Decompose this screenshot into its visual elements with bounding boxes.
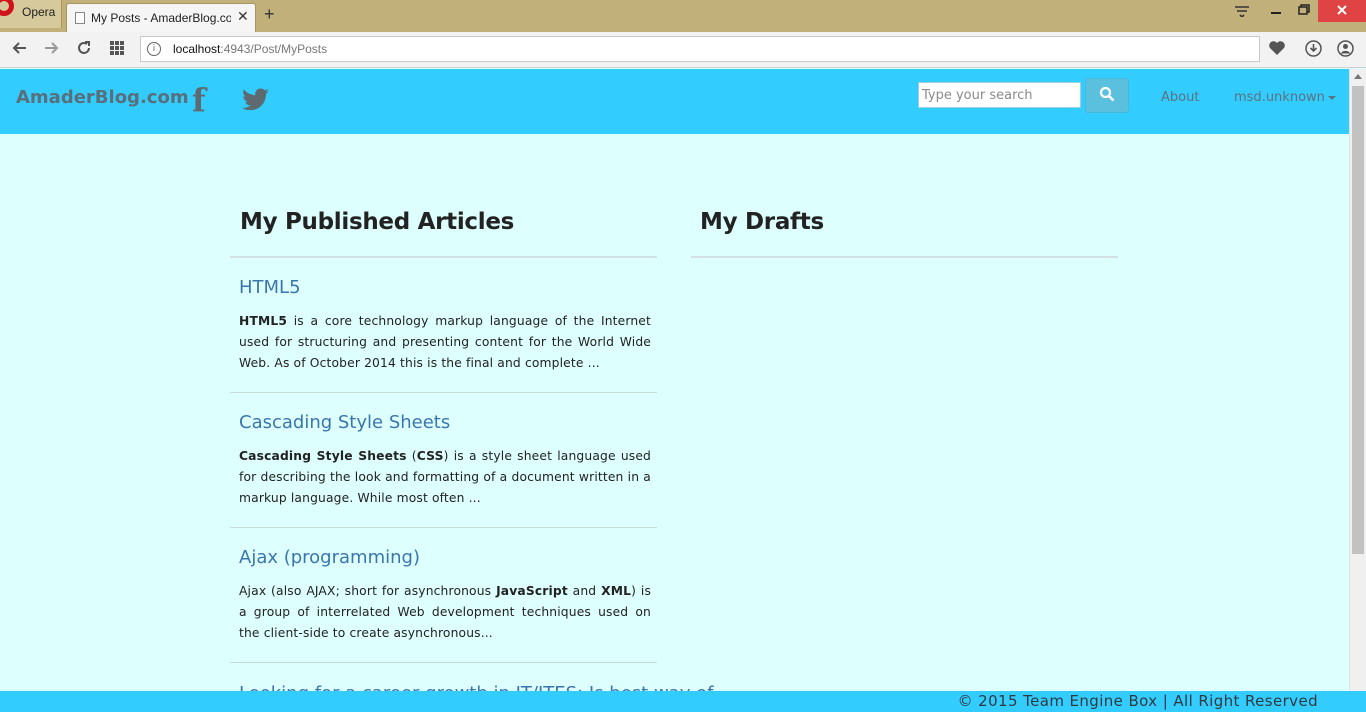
tab-title: My Posts - AmaderBlog.co xyxy=(91,11,231,25)
article-summary: Cascading Style Sheets (CSS) is a style … xyxy=(239,446,651,509)
site-footer: © 2015 Team Engine Box | All Right Reser… xyxy=(0,691,1366,712)
summary-bold-term: Cascading Style Sheets xyxy=(239,449,407,463)
browser-tab-strip: Opera My Posts - AmaderBlog.co ✕ + xyxy=(0,0,1366,32)
window-minimize-icon[interactable] xyxy=(1262,0,1290,22)
article-divider xyxy=(230,527,657,528)
site-navbar: AmaderBlog.com f About msd.unknown xyxy=(0,69,1349,134)
brand-link[interactable]: AmaderBlog.com xyxy=(16,87,189,108)
user-menu-dropdown[interactable]: msd.unknown xyxy=(1234,90,1336,105)
article-title-link[interactable]: HTML5 xyxy=(239,277,301,298)
caret-down-icon xyxy=(1327,95,1336,100)
search-button[interactable] xyxy=(1085,78,1129,113)
article-summary: HTML5 is a core technology markup langua… xyxy=(239,311,651,374)
about-link[interactable]: About xyxy=(1161,90,1199,105)
opera-logo-icon xyxy=(0,0,14,16)
forward-arrow-icon[interactable] xyxy=(43,40,59,60)
published-divider xyxy=(230,256,657,258)
opera-menu-button[interactable]: Opera xyxy=(0,0,62,28)
footer-copyright: © 2015 Team Engine Box | All Right Reser… xyxy=(957,692,1318,710)
article-title-link[interactable]: Ajax (programming) xyxy=(239,547,420,568)
site-info-icon[interactable]: i xyxy=(147,42,161,56)
speed-dial-grid-icon[interactable] xyxy=(109,40,125,60)
url-field[interactable]: i localhost:4943/Post/MyPosts xyxy=(140,36,1260,62)
address-bar: i localhost:4943/Post/MyPosts xyxy=(0,32,1366,68)
summary-bold-term: XML xyxy=(601,584,632,598)
page-scrollbar[interactable] xyxy=(1349,69,1366,691)
search-input[interactable] xyxy=(918,82,1081,108)
summary-bold-term: JavaScript xyxy=(496,584,568,598)
browser-tab-active[interactable]: My Posts - AmaderBlog.co ✕ xyxy=(66,3,256,32)
url-path: :4943/Post/MyPosts xyxy=(220,42,328,56)
scrollbar-thumb[interactable] xyxy=(1352,86,1364,554)
new-tab-button[interactable]: + xyxy=(264,4,275,25)
page-icon xyxy=(75,12,85,24)
summary-bold-term: CSS xyxy=(416,449,444,463)
summary-text: is a core technology markup language of … xyxy=(239,314,651,370)
download-icon[interactable] xyxy=(1305,40,1322,61)
opera-menu-label: Opera xyxy=(22,5,56,19)
tab-close-icon[interactable]: ✕ xyxy=(237,8,249,25)
search-icon xyxy=(1099,86,1115,105)
article-summary: Ajax (also AJAX; short for asynchronous … xyxy=(239,581,651,644)
reload-icon[interactable] xyxy=(76,40,92,60)
url-text: localhost:4943/Post/MyPosts xyxy=(173,42,327,56)
tab-menu-icon[interactable] xyxy=(1228,5,1256,27)
account-icon[interactable] xyxy=(1337,40,1354,61)
twitter-icon[interactable] xyxy=(242,88,270,112)
window-restore-icon[interactable] xyxy=(1290,0,1318,22)
summary-bold-term: HTML5 xyxy=(239,314,288,328)
article-divider xyxy=(230,392,657,393)
drafts-heading: My Drafts xyxy=(700,209,824,235)
window-close-icon[interactable] xyxy=(1318,0,1366,22)
drafts-divider xyxy=(691,256,1118,258)
summary-text: and xyxy=(567,584,602,598)
article-divider xyxy=(230,662,657,663)
stash-heart-icon[interactable] xyxy=(1268,40,1286,60)
summary-text: Ajax (also AJAX; short for asynchronous xyxy=(239,584,497,598)
back-arrow-icon[interactable] xyxy=(12,40,28,60)
summary-text: ( xyxy=(406,449,417,463)
user-name-label: msd.unknown xyxy=(1234,90,1325,105)
facebook-icon[interactable]: f xyxy=(192,81,206,119)
scroll-up-arrow-icon[interactable] xyxy=(1354,74,1362,79)
published-articles-heading: My Published Articles xyxy=(240,209,515,235)
article-title-link[interactable]: Cascading Style Sheets xyxy=(239,412,450,433)
url-host: localhost xyxy=(173,42,221,56)
